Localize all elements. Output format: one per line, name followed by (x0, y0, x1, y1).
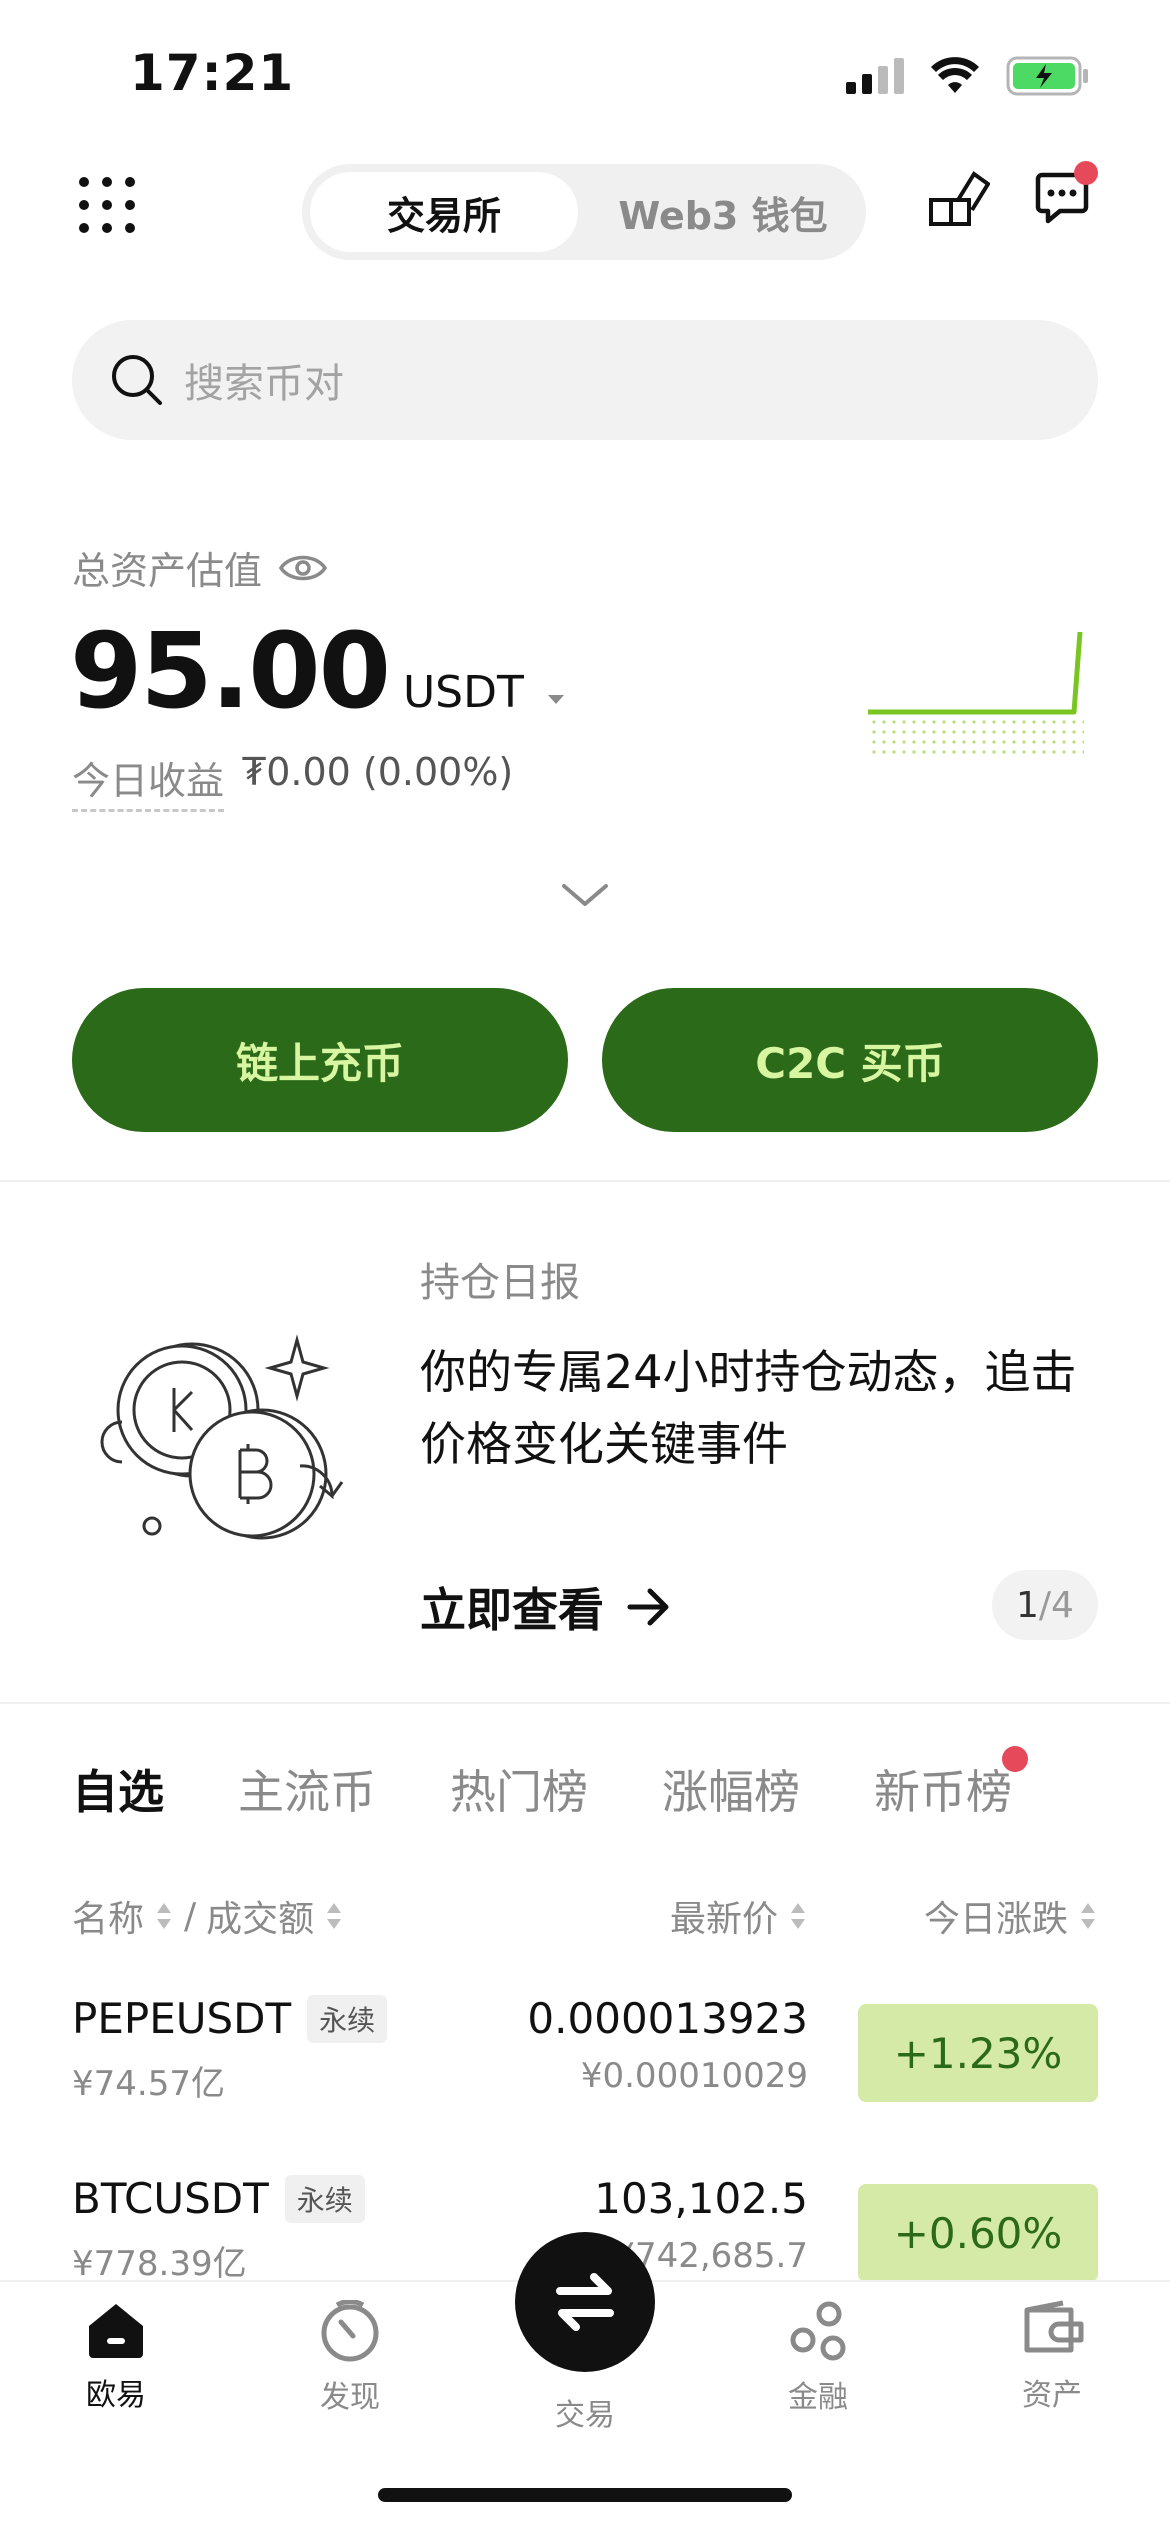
arrow-right-icon (627, 1588, 669, 1626)
column-header-name-volume[interactable]: 名称 / 成交额 (72, 1890, 344, 1942)
simple-mode-icon[interactable] (928, 168, 990, 230)
total-assets-value: 95.00 USDT (70, 610, 568, 732)
caret-down-icon (547, 695, 564, 704)
row-price-cny: ¥0.00010029 (580, 2056, 808, 2096)
status-time: 17:21 (130, 44, 295, 102)
c2c-buy-button[interactable]: C2C 买币 (602, 988, 1098, 1132)
mode-switch: 交易所 Web3 钱包 (302, 164, 866, 260)
row-symbol: PEPEUSDT 永续 (72, 1994, 388, 2043)
banner-subtitle: 持仓日报 (420, 1260, 580, 1306)
header-change: 今日涨跌 (923, 1899, 1068, 1940)
nav-home-label: 欧易 (86, 2378, 146, 2413)
top-right-actions (928, 161, 1098, 230)
tab-mainstream[interactable]: 主流币 (238, 1756, 376, 1822)
today-pnl-value: ₮0.00 (0.00%) (242, 750, 514, 794)
market-tabs: 自选 主流币 热门榜 涨幅榜 新币榜 (72, 1746, 1028, 1822)
trade-fab-button[interactable] (515, 2232, 655, 2372)
today-pnl-label[interactable]: 今日收益 (72, 750, 225, 812)
tab-web3-wallet[interactable]: Web3 钱包 (588, 172, 858, 252)
section-divider (0, 1702, 1170, 1704)
banner-page: 1 (1016, 1584, 1039, 1626)
sort-icon (791, 1903, 805, 1929)
sort-icon (327, 1903, 342, 1929)
nav-discover-label: 发现 (320, 2380, 380, 2415)
banner-view-now-link[interactable]: 立即查看 (420, 1574, 672, 1640)
nav-finance-label: 金融 (788, 2380, 848, 2415)
search-icon (112, 355, 162, 405)
asset-sparkline (868, 631, 1084, 758)
notification-dot (1074, 161, 1098, 185)
expand-chevron-icon[interactable] (560, 880, 610, 910)
row-change-badge[interactable]: +1.23% (858, 2004, 1098, 2102)
header-name: 名称 (72, 1899, 145, 1940)
home-icon (89, 2304, 143, 2358)
tab-favorites[interactable]: 自选 (72, 1756, 164, 1822)
home-indicator (378, 2488, 792, 2502)
column-header-change[interactable]: 今日涨跌 (924, 1890, 1098, 1942)
banner-page-indicator: 1/4 (992, 1570, 1098, 1640)
tab-exchange[interactable]: 交易所 (310, 172, 578, 252)
nav-discover[interactable]: 发现 (270, 2300, 430, 2416)
row-price: 0.000013923 (527, 1994, 808, 2043)
currency-selector[interactable]: USDT (403, 667, 568, 718)
eye-icon[interactable] (278, 551, 328, 585)
nav-trade[interactable]: 交易 (505, 2390, 665, 2434)
wallet-icon (1024, 2300, 1084, 2353)
nav-finance[interactable]: 金融 (738, 2300, 898, 2416)
asset-amount: 95.00 (70, 610, 391, 732)
perpetual-tag: 永续 (307, 1994, 388, 2043)
nav-assets-label: 资产 (1022, 2378, 1082, 2413)
wifi-icon (931, 57, 979, 93)
header-price: 最新价 (669, 1899, 778, 1940)
signal-icon (846, 58, 904, 94)
section-divider (0, 1180, 1170, 1182)
column-header-price[interactable]: 最新价 (670, 1890, 808, 1942)
nav-trade-label: 交易 (555, 2398, 615, 2433)
row-change-badge[interactable]: +0.60% (858, 2184, 1098, 2280)
table-row[interactable]: PEPEUSDT 永续 ¥74.57亿 0.000013923 ¥0.00010… (0, 1990, 1170, 2140)
battery-icon (1006, 56, 1088, 96)
total-assets-label: 总资产估值 (72, 540, 328, 595)
status-icons (846, 56, 1090, 96)
search-placeholder: 搜索币对 (184, 361, 344, 407)
new-badge-dot (1002, 1746, 1028, 1772)
tab-hot[interactable]: 热门榜 (450, 1756, 588, 1822)
apps-grid-icon[interactable] (78, 176, 136, 234)
discover-icon (321, 2300, 379, 2362)
total-assets-text: 总资产估值 (72, 549, 263, 593)
banner-title: 你的专属24小时持仓动态，追击价格变化关键事件 (420, 1345, 1077, 1471)
nav-home[interactable]: 欧易 (36, 2300, 196, 2414)
sort-icon (157, 1903, 172, 1929)
row-volume: ¥74.57亿 (72, 2064, 225, 2104)
banner-cta-label: 立即查看 (420, 1583, 604, 1637)
coins-illustration (100, 1334, 344, 1540)
messages-button[interactable] (1034, 161, 1098, 229)
row-symbol: BTCUSDT 永续 (72, 2174, 365, 2223)
header-volume: 成交额 (206, 1899, 315, 1940)
sort-icon (1081, 1903, 1095, 1929)
symbol-name: PEPEUSDT (72, 1994, 292, 2043)
today-pnl: 今日收益 ₮0.00 (0.00%) (72, 750, 513, 812)
finance-icon (790, 2301, 846, 2361)
nav-assets[interactable]: 资产 (972, 2300, 1132, 2414)
tab-new-listings[interactable]: 新币榜 (874, 1746, 1028, 1822)
symbol-name: BTCUSDT (72, 2174, 269, 2223)
swap-icon (556, 2273, 614, 2331)
currency-label: USDT (402, 667, 524, 718)
banner-page-total: /4 (1038, 1584, 1074, 1626)
header-sep: / (184, 1895, 197, 1937)
onchain-deposit-button[interactable]: 链上充币 (72, 988, 568, 1132)
tab-gainers[interactable]: 涨幅榜 (662, 1756, 800, 1822)
perpetual-tag: 永续 (284, 2174, 365, 2223)
row-price: 103,102.5 (594, 2174, 808, 2223)
row-volume: ¥778.39亿 (72, 2244, 247, 2280)
tab-new-listings-label: 新币榜 (874, 1765, 1012, 1819)
search-bar[interactable]: 搜索币对 (72, 320, 1098, 440)
